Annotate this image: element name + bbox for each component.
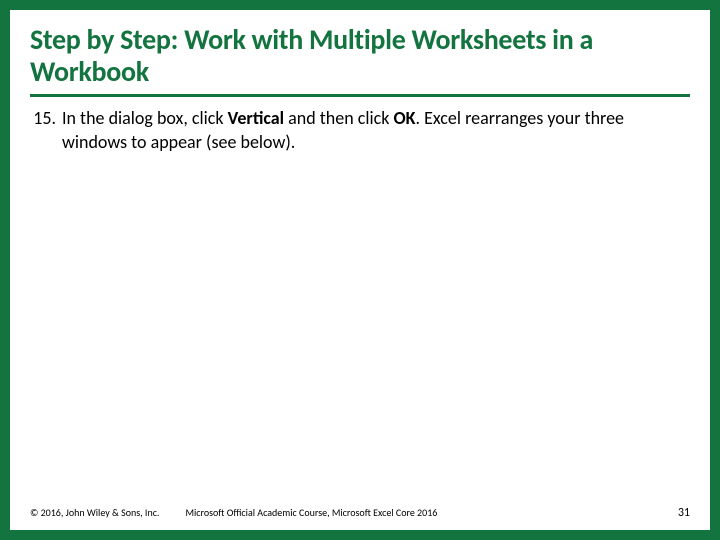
page-title: Step by Step: Work with Multiple Workshe… — [30, 24, 690, 88]
page-number: 31 — [678, 506, 690, 520]
step-text: In the dialog box, click Vertical and th… — [62, 107, 690, 154]
title-divider — [30, 94, 690, 97]
slide-footer: © 2016, John Wiley & Sons, Inc. Microsof… — [30, 506, 690, 520]
step-bold-ok: OK — [393, 107, 415, 129]
copyright-text: © 2016, John Wiley & Sons, Inc. — [30, 506, 159, 519]
slide-frame: Step by Step: Work with Multiple Workshe… — [0, 0, 720, 540]
step-bold-vertical: Vertical — [228, 107, 284, 129]
step-number: 15. — [30, 107, 62, 130]
instruction-step: 15. In the dialog box, click Vertical an… — [30, 107, 690, 154]
footer-left: © 2016, John Wiley & Sons, Inc. Microsof… — [30, 506, 437, 519]
step-text-pre: In the dialog box, click — [62, 107, 228, 129]
course-text: Microsoft Official Academic Course, Micr… — [185, 506, 437, 519]
step-text-mid: and then click — [284, 107, 393, 129]
slide-content: Step by Step: Work with Multiple Workshe… — [10, 10, 710, 530]
